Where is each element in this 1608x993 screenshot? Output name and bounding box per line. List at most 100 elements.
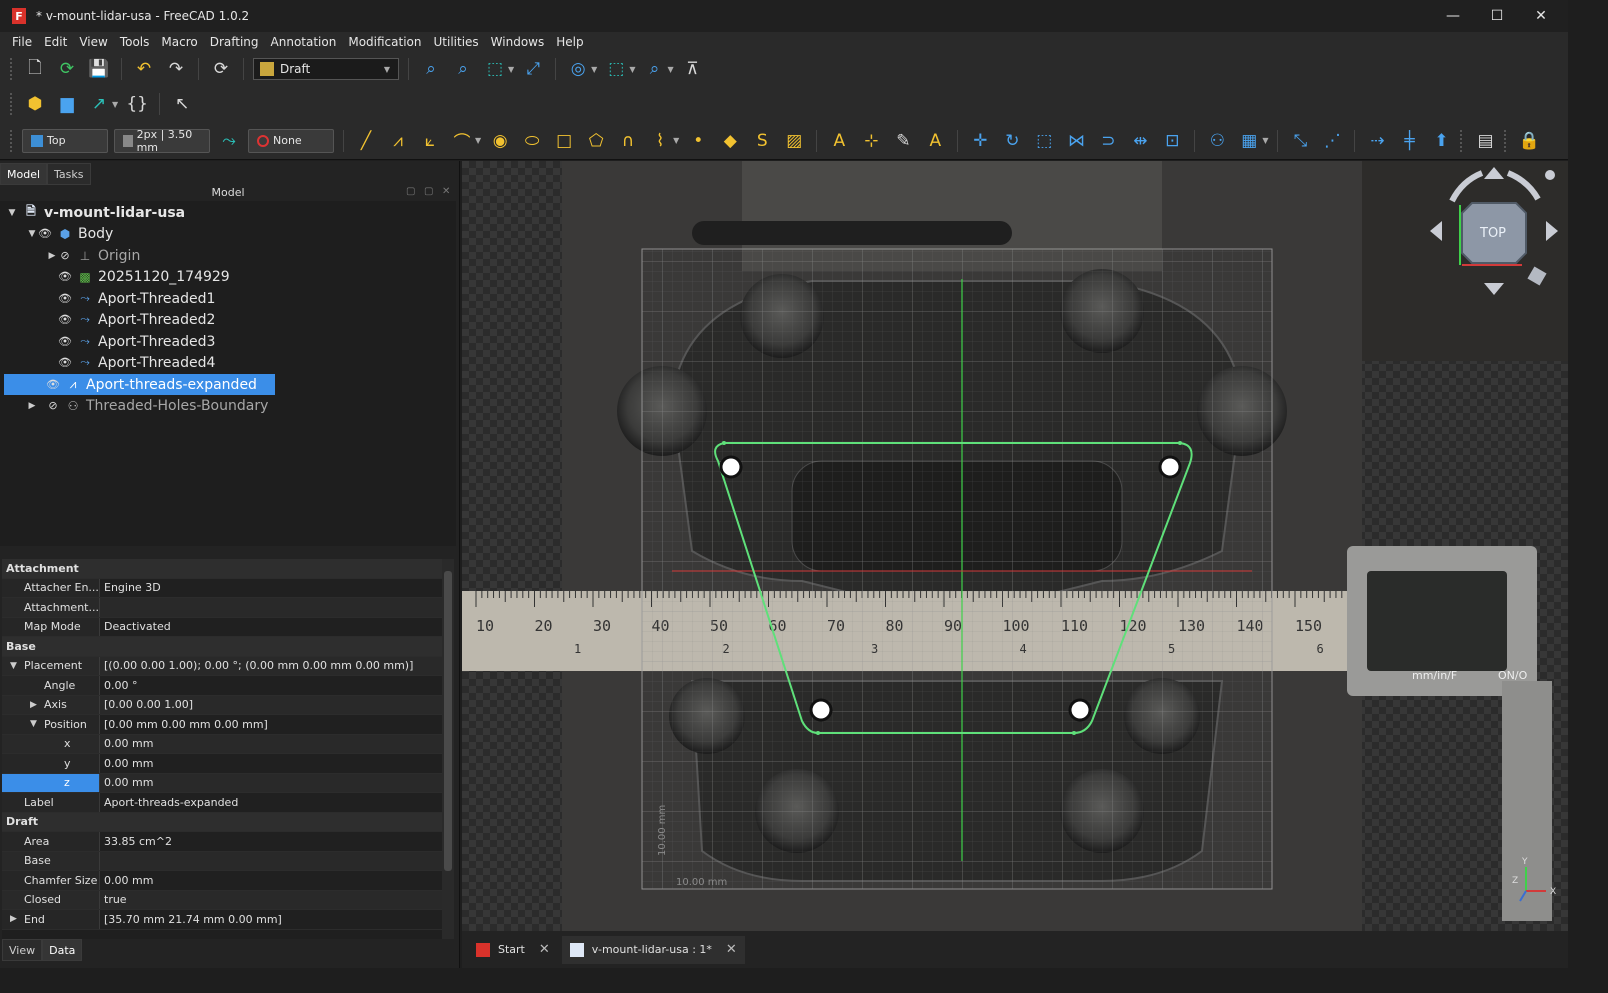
tree-item-sketch[interactable]: 👁 ⤳ Aport-Threaded1 [46,288,215,309]
menu-modification[interactable]: Modification [342,35,427,49]
doc-tab-document[interactable]: v-mount-lidar-usa : 1* ✕ [561,935,745,964]
property-row[interactable]: Attachment... [2,598,442,618]
draw-style-icon[interactable]: ◎ [565,56,591,82]
toolbar-grip[interactable] [10,129,14,152]
property-value[interactable]: [(0.00 0.00 1.00); 0.00 °; (0.00 mm 0.00… [100,656,442,675]
float-panel-icon[interactable]: ▢ [406,186,415,197]
point-tool-icon[interactable]: • [685,128,711,154]
property-row[interactable]: Map Mode Deactivated [2,617,442,637]
clone-tool-icon[interactable]: ⚇ [1204,128,1230,154]
threaded-hole[interactable] [719,455,743,479]
rotate-tool-icon[interactable]: ↻ [999,128,1025,154]
snap-lock-icon[interactable]: 🔒 [1516,128,1542,154]
tree-item-document[interactable]: ▼ 🗎 v-mount-lidar-usa [6,202,186,223]
chevron-down-icon[interactable]: ▼ [112,100,118,109]
facebinder-tool-icon[interactable]: ◆ [717,128,743,154]
property-row[interactable]: Angle 0.00 ° [2,676,442,696]
visibility-eye-icon[interactable]: 👁 [38,227,52,240]
tab-view[interactable]: View [2,939,43,961]
nav-menu-icon[interactable] [1545,170,1555,180]
refresh-icon[interactable]: ⟳ [208,56,234,82]
tab-model[interactable]: Model [0,163,48,185]
expand-arrow-icon[interactable]: ▶ [30,700,44,710]
split-tool-icon[interactable]: ╪ [1396,128,1422,154]
visibility-eye-icon[interactable]: 👁 [58,292,72,305]
tab-data[interactable]: Data [42,939,83,961]
property-value[interactable]: 0.00 ° [100,676,442,695]
dock-panel-icon[interactable]: ▢ [424,186,433,197]
create-group-icon[interactable]: ▆ [54,91,80,117]
property-value[interactable]: [0.00 0.00 1.00] [100,695,442,714]
draft-style-button[interactable]: 2px | 3.50 mm [114,128,210,154]
create-part-icon[interactable]: ⬢ [22,91,48,117]
whats-this-icon[interactable]: ⊼ [680,56,706,82]
redo-icon[interactable]: ↷ [163,56,189,82]
fit-all-icon[interactable]: ⌕ [418,56,444,82]
visibility-eye-icon[interactable]: 👁 [58,270,72,283]
close-tab-icon[interactable]: ✕ [539,942,550,957]
ellipse-tool-icon[interactable]: ⬭ [519,128,545,154]
toolbar-grip[interactable] [1504,129,1508,152]
fit-selection-icon[interactable]: ⌕ [450,56,476,82]
3d-viewport[interactable]: 1020304050607080901001101201301401501234… [462,161,1568,931]
maximize-button[interactable]: ☐ [1474,0,1520,32]
wire-vertex[interactable] [1178,441,1182,445]
tree-item-image-plane[interactable]: 👁 ▩ 20251120_174929 [46,266,230,287]
bspline-tool-icon[interactable]: ∩ [615,128,641,154]
threaded-hole[interactable] [1158,455,1182,479]
text-tool-icon[interactable]: A [826,128,852,154]
scrollbar-thumb[interactable] [444,571,452,871]
menu-drafting[interactable]: Drafting [204,35,265,49]
property-value[interactable]: 0.00 mm [100,773,442,792]
workbench-selector[interactable]: Draft ▼ [253,58,399,80]
expand-arrow-icon[interactable]: ▼ [6,208,18,218]
menu-windows[interactable]: Windows [485,35,551,49]
property-value[interactable] [100,851,442,870]
menu-file[interactable]: File [6,35,38,49]
toolbar-grip[interactable] [1460,129,1464,152]
dimension-tool-icon[interactable]: ⊹ [858,128,884,154]
chevron-down-icon[interactable]: ▼ [475,136,481,145]
working-plane-button[interactable]: Top [22,128,108,153]
property-group-draft[interactable]: Draft [2,812,442,832]
visibility-eye-icon[interactable]: 👁 [58,356,72,369]
subelement-highlight-icon[interactable]: ⋰ [1319,128,1345,154]
property-value[interactable]: [35.70 mm 21.74 mm 0.00 mm] [100,910,442,929]
scale-tool-icon[interactable]: ⬚ [1031,128,1057,154]
threaded-hole[interactable] [809,698,833,722]
tree-item-sketch[interactable]: 👁 ⤳ Aport-Threaded3 [46,331,215,352]
chevron-down-icon[interactable]: ▼ [508,65,514,74]
property-row[interactable]: ▶ End [35.70 mm 21.74 mm 0.00 mm] [2,910,442,930]
property-value[interactable]: Aport-threads-expanded [100,793,442,812]
toolbar-grip[interactable] [10,93,14,115]
tree-item-sketch[interactable]: 👁 ⤳ Aport-Threaded2 [46,309,215,330]
tree-item-boundary[interactable]: ▶ ⊘ ⚇ Threaded-Holes-Boundary [26,395,269,416]
hidden-eye-icon[interactable]: ⊘ [46,399,60,412]
wire-vertex[interactable] [1072,731,1076,735]
chevron-down-icon[interactable]: ▼ [667,65,673,74]
whats-this-pointer-icon[interactable]: ↖ [169,91,195,117]
snap-icon[interactable]: ⤳ [216,128,242,154]
property-value[interactable]: 0.00 mm [100,734,442,753]
property-group-attachment[interactable]: Attachment [2,559,442,579]
layer-manager-icon[interactable]: ▤ [1472,128,1498,154]
upgrade-tool-icon[interactable]: ⬆ [1428,128,1454,154]
standard-views-icon[interactable]: ⬚ [482,56,508,82]
hidden-eye-icon[interactable]: ⊘ [58,249,72,262]
property-row[interactable]: ▼ Position [0.00 mm 0.00 mm 0.00 mm] [2,715,442,735]
property-value[interactable]: [0.00 mm 0.00 mm 0.00 mm] [100,715,442,734]
wire-vertex[interactable] [816,731,820,735]
polygon-tool-icon[interactable]: ⬠ [583,128,609,154]
expand-arrow-icon[interactable]: ▶ [10,914,24,924]
wire-vertex[interactable] [722,441,726,445]
visibility-eye-icon[interactable]: 👁 [58,335,72,348]
chevron-down-icon[interactable]: ▼ [673,136,679,145]
box-selection-icon[interactable]: ⬚ [603,56,629,82]
chevron-down-icon[interactable]: ▼ [629,65,635,74]
bezier-tool-icon[interactable]: ⌇ [647,128,673,154]
property-value[interactable]: 0.00 mm [100,871,442,890]
doc-tab-start[interactable]: Start ✕ [468,936,558,964]
menu-view[interactable]: View [73,35,113,49]
minimize-button[interactable]: — [1430,0,1476,32]
trimex-tool-icon[interactable]: ⇹ [1127,128,1153,154]
